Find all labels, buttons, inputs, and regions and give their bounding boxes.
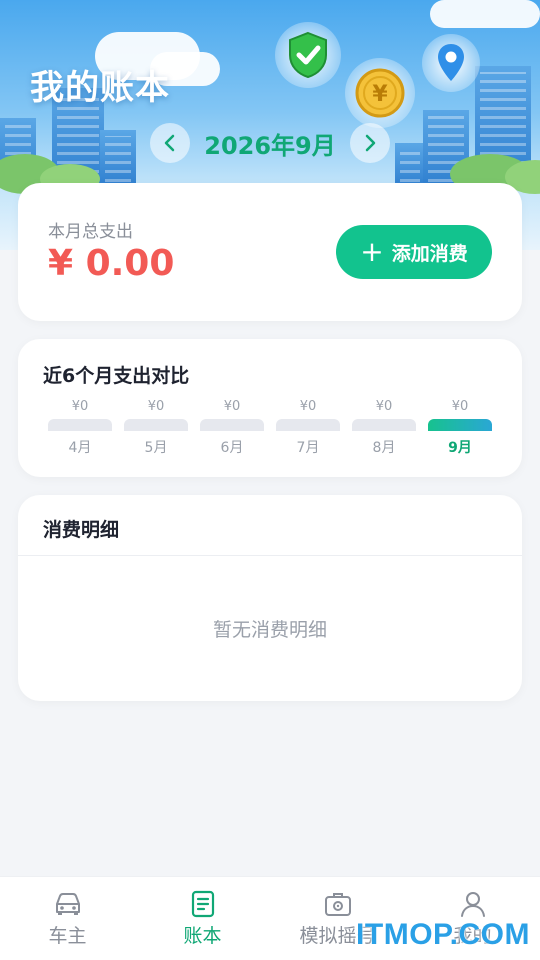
month-bar[interactable]: ¥0 7月	[276, 399, 340, 457]
month-bar-track	[276, 419, 340, 431]
cloud-decoration	[430, 0, 540, 28]
month-bar-label: 8月	[372, 440, 396, 456]
divider	[18, 555, 522, 556]
month-bar[interactable]: ¥0 5月	[124, 399, 188, 457]
tab-car-owner[interactable]: 车主	[0, 877, 135, 960]
plus-icon: +	[360, 235, 384, 268]
month-bars: ¥0 4月 ¥0 5月 ¥0 6月 ¥0 7月 ¥0 8月 ¥0 9月	[48, 399, 492, 457]
next-month-button[interactable]	[349, 123, 390, 163]
month-bar-value: ¥0	[147, 399, 165, 414]
month-bar-track	[124, 419, 188, 431]
month-bar-value: ¥0	[451, 399, 469, 414]
total-expense-label: 本月总支出	[48, 222, 133, 242]
month-bar[interactable]: ¥0 4月	[48, 399, 112, 457]
tab-label: 车主	[48, 925, 87, 947]
add-expense-button[interactable]: + 添加消费	[336, 225, 492, 279]
month-bar-value: ¥0	[299, 399, 317, 414]
ledger-icon	[188, 889, 218, 919]
month-bar-value: ¥0	[375, 399, 393, 414]
monthly-summary-card: 本月总支出 ¥ 0.00 + 添加消费	[18, 183, 522, 321]
tab-ledger[interactable]: 账本	[135, 877, 270, 960]
watermark-logo: ITMOP.COM	[356, 918, 530, 951]
add-expense-label: 添加消费	[391, 242, 468, 265]
six-month-comparison-card: 近6个月支出对比 ¥0 4月 ¥0 5月 ¥0 6月 ¥0 7月 ¥0 8月 ¥…	[18, 339, 522, 477]
tab-label: 账本	[183, 925, 222, 947]
yuan-coin-icon: ¥	[345, 58, 415, 128]
month-bar-label: 9月	[448, 440, 472, 456]
month-bar-track	[200, 419, 264, 431]
user-icon	[458, 889, 488, 919]
expense-detail-card: 消费明细 暂无消费明细	[18, 495, 522, 701]
month-bar-label: 7月	[296, 440, 320, 456]
svg-text:¥: ¥	[372, 82, 388, 107]
month-bar[interactable]: ¥0 8月	[352, 399, 416, 457]
page-title: 我的账本	[30, 68, 170, 108]
lottery-icon	[323, 889, 353, 919]
month-bar-value: ¥0	[223, 399, 241, 414]
location-pin-icon	[422, 34, 480, 92]
month-bar[interactable]: ¥0 9月	[428, 399, 492, 457]
month-bar-label: 5月	[144, 440, 168, 456]
month-bar-track	[428, 419, 492, 431]
comparison-title: 近6个月支出对比	[43, 365, 190, 387]
month-bar-track	[352, 419, 416, 431]
total-expense-amount: ¥ 0.00	[48, 243, 175, 284]
month-bar-label: 6月	[220, 440, 244, 456]
month-bar[interactable]: ¥0 6月	[200, 399, 264, 457]
car-icon	[53, 889, 83, 919]
chevron-left-icon	[165, 134, 175, 152]
shield-check-icon	[275, 22, 341, 88]
detail-title: 消费明细	[43, 519, 120, 541]
month-switcher: 2026年9月	[0, 120, 540, 166]
month-bar-value: ¥0	[71, 399, 89, 414]
month-bar-track	[48, 419, 112, 431]
chevron-right-icon	[365, 134, 375, 152]
current-month: 2026年9月	[204, 131, 336, 160]
empty-state-text: 暂无消费明细	[212, 619, 327, 641]
month-bar-label: 4月	[68, 440, 92, 456]
prev-month-button[interactable]	[150, 123, 191, 163]
